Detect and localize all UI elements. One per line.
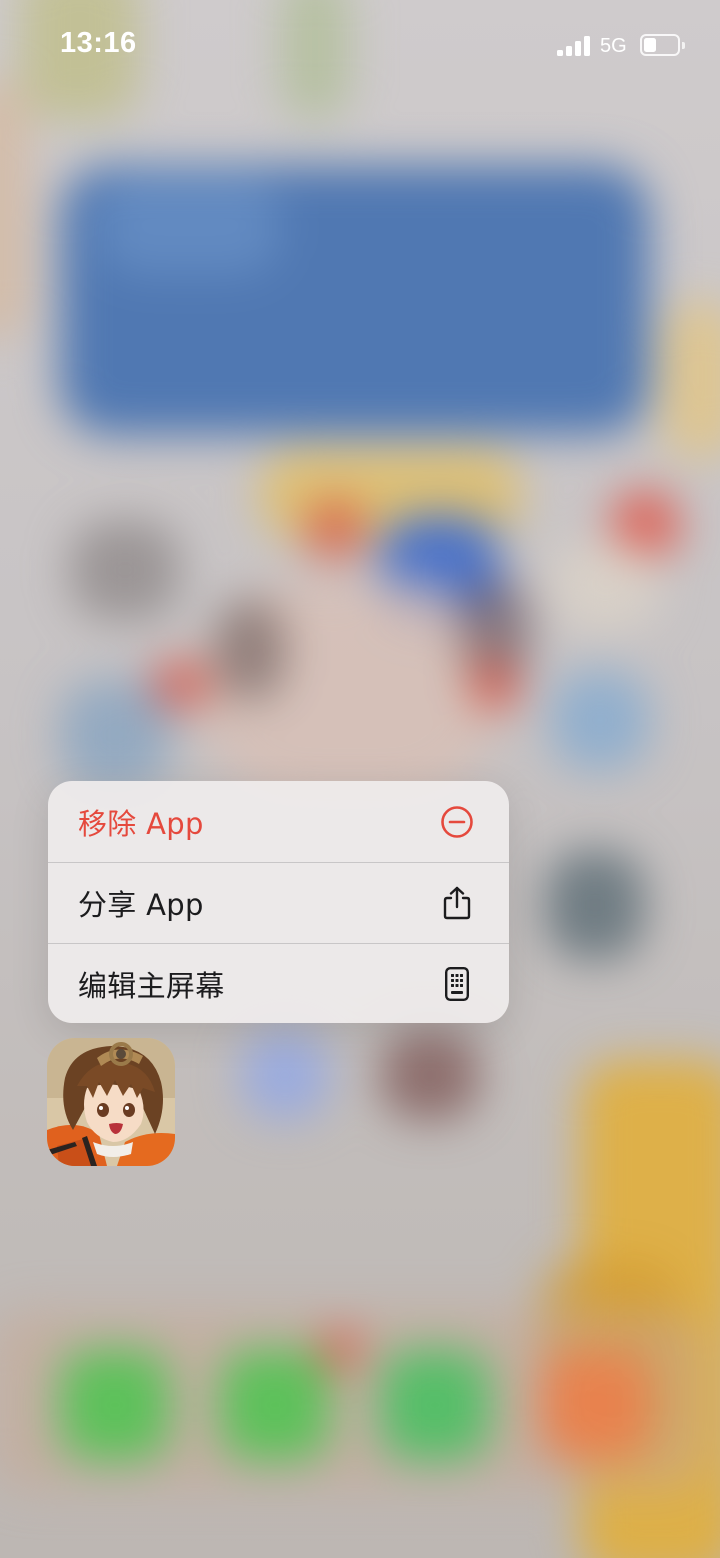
remove-circle-icon — [439, 804, 475, 840]
remove-app-menu-item[interactable]: 移除 App — [48, 781, 509, 862]
menu-item-label: 移除 App — [78, 806, 204, 841]
blurred-wallpaper — [0, 0, 720, 1558]
app-context-menu: 移除 App 分享 App 编辑主屏幕 — [48, 781, 509, 1023]
menu-item-label: 编辑主屏幕 — [78, 969, 225, 1003]
phone-grid-icon — [439, 966, 475, 1002]
dock-wechat-blur — [380, 1350, 490, 1460]
menu-item-label: 分享 App — [78, 888, 204, 922]
home-screen-background — [0, 0, 720, 1558]
signal-icon — [557, 36, 591, 56]
share-icon — [439, 885, 475, 921]
network-type: 5G — [600, 35, 627, 57]
status-time: 13:16 — [60, 27, 137, 59]
status-bar: 13:16 5G — [0, 0, 720, 92]
dock-phone-blur — [60, 1350, 170, 1460]
battery-icon — [640, 34, 685, 56]
dock-app-blur — [540, 1350, 650, 1460]
dock-messages-blur — [220, 1350, 330, 1460]
edit-home-screen-menu-item[interactable]: 编辑主屏幕 — [48, 943, 509, 1023]
share-app-menu-item[interactable]: 分享 App — [48, 862, 509, 943]
anime-game-app-icon[interactable] — [47, 1038, 175, 1166]
